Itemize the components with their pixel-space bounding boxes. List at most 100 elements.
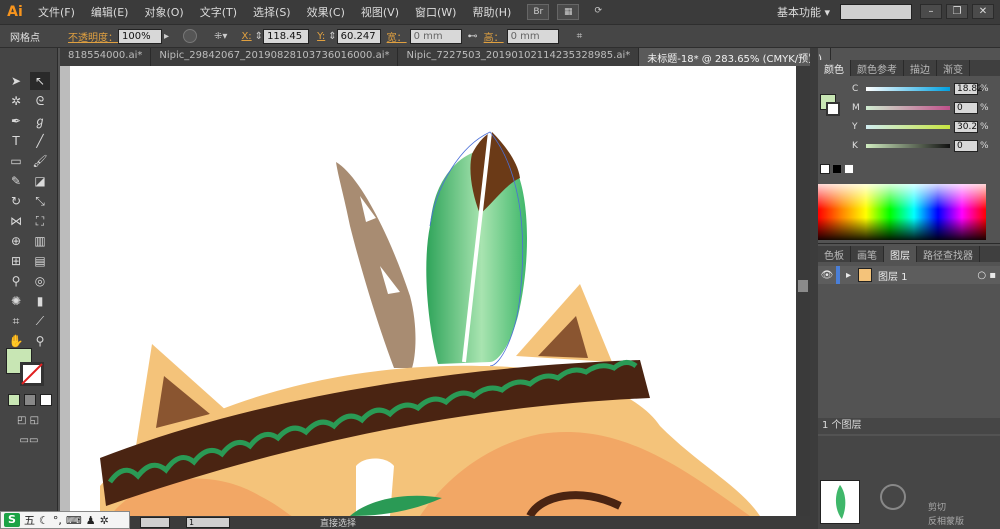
width-tool-icon[interactable]: ⋈ bbox=[6, 212, 26, 230]
canvas-area[interactable] bbox=[60, 66, 796, 516]
menu-type[interactable]: 文字(T) bbox=[192, 4, 245, 20]
transform-reference-icon[interactable]: ⁜▾ bbox=[214, 31, 227, 42]
arrange-documents-icon[interactable]: ▦ bbox=[557, 4, 580, 20]
magic-wand-icon[interactable]: ✲ bbox=[6, 92, 26, 110]
zoom-field[interactable] bbox=[140, 517, 170, 528]
yellow-slider[interactable] bbox=[866, 125, 950, 129]
object-thumbnail[interactable] bbox=[820, 480, 860, 524]
menu-effect[interactable]: 效果(C) bbox=[299, 4, 353, 20]
opacity-arrow-icon[interactable]: ▸ bbox=[164, 31, 169, 42]
gradient-mode-icon[interactable] bbox=[24, 394, 36, 406]
ime-toolbar[interactable]: S 五 ☾ °, ⌨ ♟ ✲ bbox=[0, 511, 130, 529]
opacity-label[interactable]: 不透明度： bbox=[68, 29, 118, 44]
ime-mode[interactable]: 五 bbox=[24, 512, 35, 528]
maximize-button[interactable]: ❐ bbox=[946, 4, 968, 19]
perspective-grid-icon[interactable]: ▥ bbox=[30, 232, 50, 250]
tab-pathfinder[interactable]: 路径查找器 bbox=[917, 246, 980, 262]
artboard-number-field[interactable]: 1 bbox=[186, 517, 230, 528]
screen-mode-icon[interactable]: ▭▭ bbox=[14, 432, 44, 450]
rotate-tool-icon[interactable]: ↻ bbox=[6, 192, 26, 210]
lasso-icon[interactable]: ᘓ bbox=[30, 92, 50, 110]
free-transform-icon[interactable]: ⛶ bbox=[30, 212, 50, 230]
cyan-slider[interactable] bbox=[866, 87, 950, 91]
settings-icon[interactable]: ✲ bbox=[100, 514, 109, 527]
x-input[interactable]: 118.45 bbox=[263, 28, 310, 44]
opacity-input[interactable]: 100% bbox=[118, 28, 162, 44]
tab-swatches[interactable]: 色板 bbox=[818, 246, 851, 262]
scrollbar-thumb[interactable] bbox=[798, 280, 808, 292]
line-tool-icon[interactable]: ╱ bbox=[30, 132, 50, 150]
color-spectrum[interactable] bbox=[818, 184, 986, 240]
blend-tool-icon[interactable]: ◎ bbox=[30, 272, 50, 290]
black-input[interactable]: 0 bbox=[954, 140, 978, 152]
target-icon[interactable]: ○ ▪ bbox=[977, 270, 996, 281]
tab-document-1[interactable]: 818554000.ai* bbox=[60, 48, 152, 66]
tab-layers[interactable]: 图层 bbox=[884, 246, 917, 262]
x-stepper-icon[interactable]: ⇕ bbox=[255, 31, 263, 42]
eraser-tool-icon[interactable]: ◪ bbox=[30, 172, 50, 190]
close-button[interactable]: ✕ bbox=[972, 4, 994, 19]
pencil-tool-icon[interactable]: ✎ bbox=[6, 172, 26, 190]
bridge-icon[interactable]: Br bbox=[527, 4, 550, 20]
eyedropper-icon[interactable]: ⚲ bbox=[6, 272, 26, 290]
color-mode-icon[interactable] bbox=[8, 394, 20, 406]
gpu-performance-icon[interactable]: ⟳ bbox=[587, 4, 609, 20]
none-swatch[interactable] bbox=[820, 164, 830, 174]
menu-help[interactable]: 帮助(H) bbox=[464, 4, 519, 20]
rectangle-tool-icon[interactable]: ▭ bbox=[6, 152, 26, 170]
tab-document-3[interactable]: Nipic_7227503_20190102114235328985.ai* bbox=[398, 48, 640, 66]
menu-window[interactable]: 窗口(W) bbox=[407, 4, 464, 20]
scale-tool-icon[interactable]: ⤡ bbox=[30, 192, 50, 210]
visibility-eye-icon[interactable]: 👁 bbox=[818, 270, 836, 281]
cyan-input[interactable]: 18.82 bbox=[954, 83, 983, 95]
direct-selection-tool-icon[interactable]: ↖ bbox=[30, 72, 50, 90]
width-input[interactable]: 0 mm bbox=[409, 28, 462, 44]
tab-brushes[interactable]: 画笔 bbox=[851, 246, 884, 262]
column-graph-icon[interactable]: ▮ bbox=[30, 292, 50, 310]
zoom-tool-icon[interactable]: ⚲ bbox=[30, 332, 50, 350]
vertical-scrollbar[interactable] bbox=[796, 66, 810, 516]
height-input[interactable]: 0 mm bbox=[506, 28, 559, 44]
expand-arrow-icon[interactable]: ▸ bbox=[846, 270, 858, 281]
menu-select[interactable]: 选择(S) bbox=[245, 4, 299, 20]
selection-tool-icon[interactable]: ➤ bbox=[6, 72, 26, 90]
mesh-tool-icon[interactable]: ⊞ bbox=[6, 252, 26, 270]
menu-object[interactable]: 对象(O) bbox=[136, 4, 191, 20]
slice-tool-icon[interactable]: ⟋ bbox=[30, 312, 50, 330]
user-icon[interactable]: ♟ bbox=[86, 514, 96, 527]
mask-icon[interactable] bbox=[880, 484, 906, 510]
invert-mask-label[interactable]: 反相蒙版 bbox=[928, 514, 964, 527]
recolor-icon[interactable] bbox=[183, 29, 198, 43]
keyboard-icon[interactable]: ⌨ bbox=[66, 514, 82, 527]
artboard[interactable] bbox=[60, 66, 796, 516]
workspace-switcher[interactable]: 基本功能 ▾ bbox=[777, 4, 830, 20]
artboard-tool-icon[interactable]: ⌗ bbox=[6, 312, 26, 330]
tab-stroke[interactable]: 描边 bbox=[904, 60, 937, 76]
symbol-sprayer-icon[interactable]: ✺ bbox=[6, 292, 26, 310]
yellow-input[interactable]: 30.2 bbox=[954, 121, 978, 133]
y-stepper-icon[interactable]: ⇕ bbox=[328, 31, 336, 42]
tab-document-active[interactable]: 未标题-18* @ 283.65% (CMYK/预览) bbox=[639, 48, 832, 66]
white-swatch[interactable] bbox=[844, 164, 854, 174]
tab-color-guide[interactable]: 颜色参考 bbox=[851, 60, 904, 76]
tab-color[interactable]: 颜色 bbox=[818, 60, 851, 76]
help-search-input[interactable] bbox=[840, 4, 912, 20]
punctuation-icon[interactable]: °, bbox=[53, 514, 62, 527]
menu-view[interactable]: 视图(V) bbox=[353, 4, 407, 20]
minimize-button[interactable]: – bbox=[920, 4, 942, 19]
magenta-slider[interactable] bbox=[866, 106, 950, 110]
drawing-mode-icon[interactable]: ◰ ◱ bbox=[8, 412, 48, 430]
type-tool-icon[interactable]: T bbox=[6, 132, 26, 150]
clip-label[interactable]: 剪切 bbox=[928, 500, 946, 513]
panel-stroke-swatch[interactable] bbox=[826, 102, 840, 116]
y-input[interactable]: 60.247 bbox=[336, 28, 381, 44]
link-icon[interactable]: ⊷ bbox=[468, 31, 478, 42]
layer-name[interactable]: 图层 1 bbox=[878, 268, 908, 283]
black-swatch[interactable] bbox=[832, 164, 842, 174]
black-slider[interactable] bbox=[866, 144, 950, 148]
shape-builder-icon[interactable]: ⊕ bbox=[6, 232, 26, 250]
none-mode-icon[interactable] bbox=[40, 394, 52, 406]
menu-edit[interactable]: 编辑(E) bbox=[83, 4, 137, 20]
gradient-tool-icon[interactable]: ▤ bbox=[30, 252, 50, 270]
tab-gradient[interactable]: 渐变 bbox=[937, 60, 970, 76]
